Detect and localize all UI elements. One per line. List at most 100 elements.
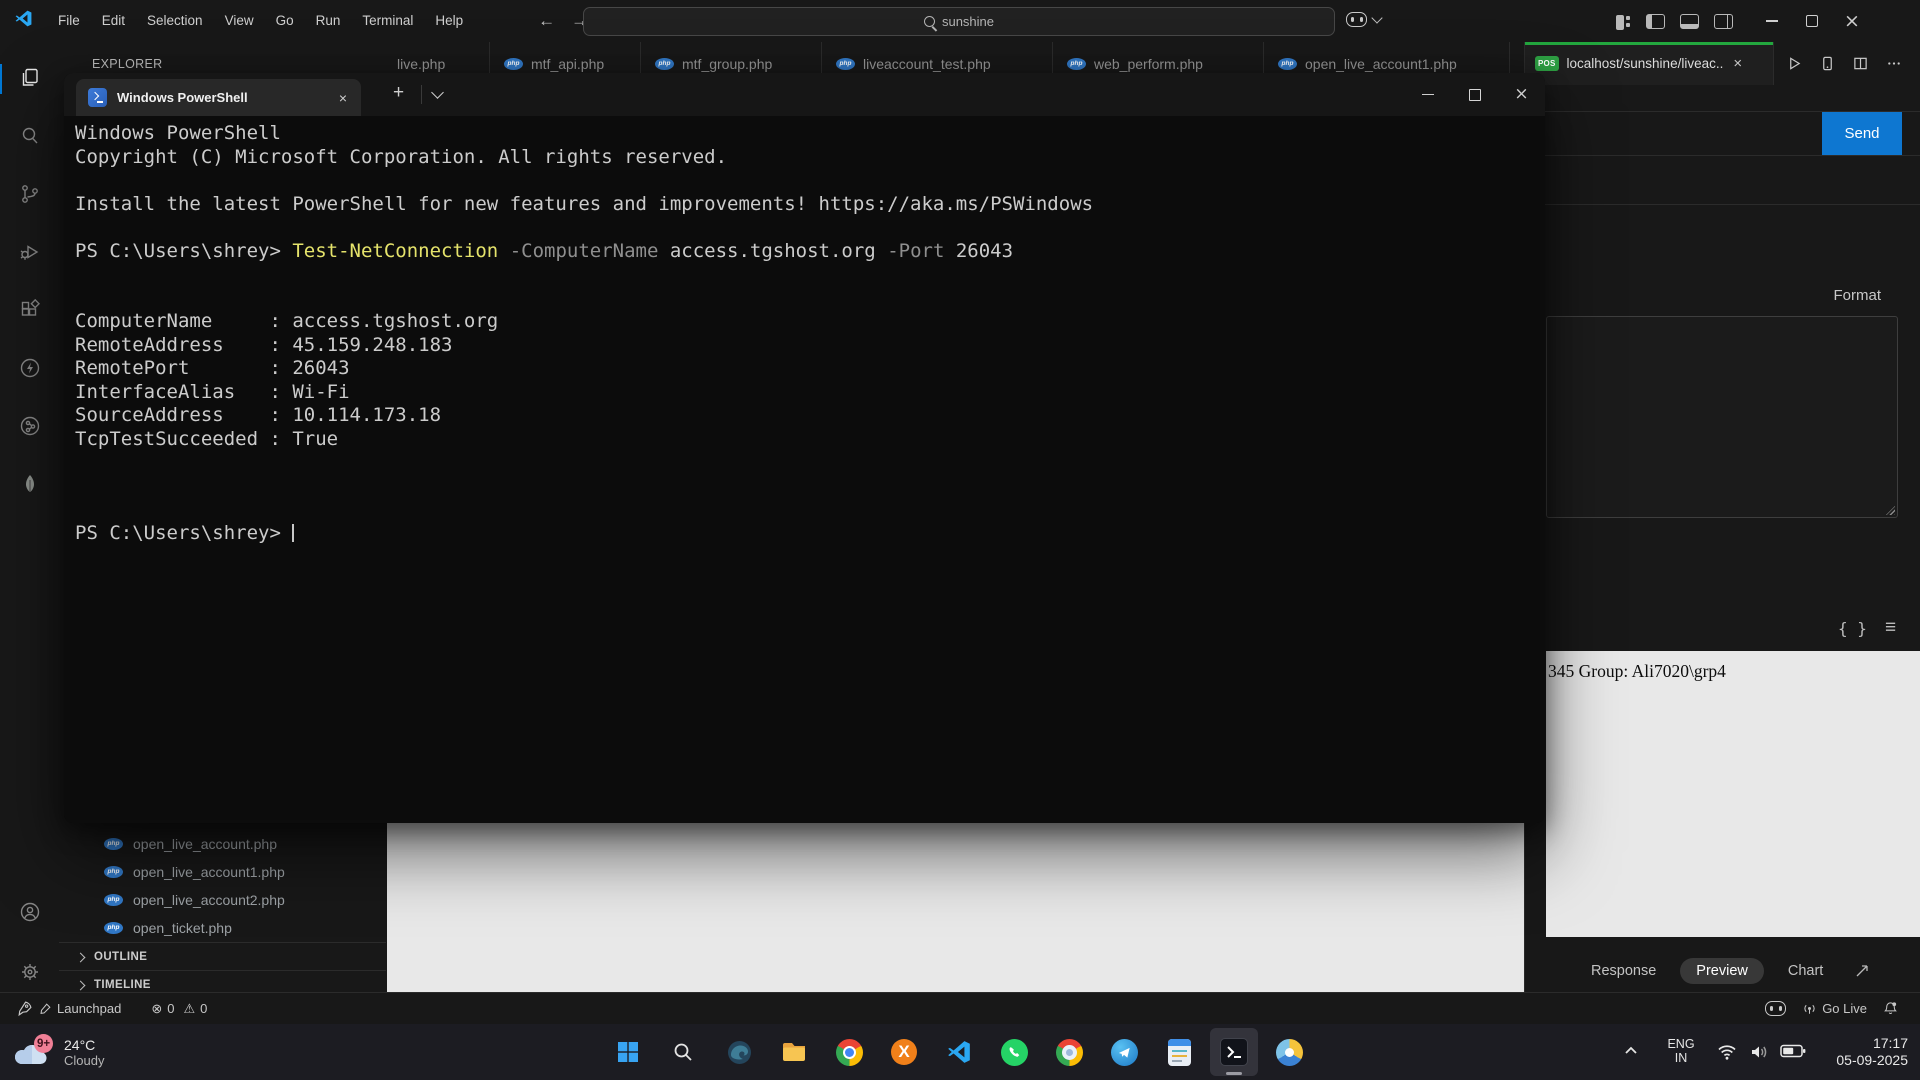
warnings-icon: ⚠ <box>183 1001 195 1017</box>
taskbar-icon-search[interactable] <box>659 1028 707 1076</box>
launchpad-button[interactable]: Launchpad <box>16 1000 121 1017</box>
sidebar-item-extensions[interactable] <box>0 286 59 334</box>
send-button[interactable]: Send <box>1822 112 1902 155</box>
toggle-secondary-sidebar-icon[interactable] <box>1714 14 1733 29</box>
json-format-icon[interactable]: { } <box>1838 619 1867 638</box>
menu-go[interactable]: Go <box>265 8 305 34</box>
status-bar: Launchpad ⊗ 0 ⚠ 0 Go Live <box>0 992 1920 1024</box>
sidebar-item-thunder-client[interactable] <box>0 344 59 392</box>
weather-widget[interactable]: 9+ 24°C Cloudy <box>12 1024 104 1080</box>
taskbar-icon-chrome[interactable] <box>825 1028 873 1076</box>
taskbar-icon-blue-app[interactable] <box>1100 1028 1148 1076</box>
terminal-output-line: ComputerName : access.tgshost.org <box>75 310 1545 334</box>
menu-edit[interactable]: Edit <box>91 8 136 34</box>
taskbar-icon-trading-app[interactable] <box>1265 1028 1313 1076</box>
problems-indicator[interactable]: ⊗ 0 ⚠ 0 <box>151 1001 207 1017</box>
taskbar-icon-xampp[interactable]: X <box>880 1028 928 1076</box>
terminal-cursor <box>292 524 294 542</box>
menu-run[interactable]: Run <box>305 8 352 34</box>
taskbar-icon-edge[interactable] <box>715 1028 763 1076</box>
menu-help[interactable]: Help <box>424 8 474 34</box>
terminal-tab[interactable]: Windows PowerShell × <box>76 79 361 116</box>
settings-gear-icon[interactable] <box>0 948 59 996</box>
window-restore-button[interactable] <box>1792 0 1832 42</box>
run-request-icon[interactable] <box>1787 56 1802 71</box>
taskbar-icon-terminal[interactable] <box>1210 1028 1258 1076</box>
divider <box>1525 155 1920 156</box>
toggle-sidebar-icon[interactable] <box>1646 14 1665 29</box>
terminal-titlebar[interactable]: Windows PowerShell × + × <box>64 73 1545 116</box>
menu-file[interactable]: File <box>47 8 91 34</box>
request-tab[interactable]: POS localhost/sunshine/liveac.. × <box>1525 42 1774 85</box>
chevron-right-icon <box>76 952 86 962</box>
tray-volume-icon[interactable] <box>1748 1041 1770 1068</box>
customize-layout-icon[interactable] <box>1616 15 1631 28</box>
account-icon[interactable] <box>0 888 59 936</box>
taskbar-icon-notepad[interactable] <box>1155 1028 1203 1076</box>
split-editor-icon[interactable] <box>1853 56 1868 71</box>
sidebar-item-share-plugin[interactable] <box>0 402 59 450</box>
broadcast-icon <box>1802 1001 1817 1016</box>
window-minimize-button[interactable] <box>1752 0 1792 42</box>
tray-language-indicator[interactable]: ENG IN <box>1662 1037 1700 1065</box>
php-file-icon: php <box>104 894 123 906</box>
search-input[interactable]: sunshine <box>583 7 1335 36</box>
php-file-icon: php <box>655 58 674 70</box>
taskbar-icon-whatsapp[interactable] <box>990 1028 1038 1076</box>
terminal-body[interactable]: Windows PowerShell Copyright (C) Microso… <box>64 116 1545 823</box>
php-file-icon: php <box>104 866 123 878</box>
go-live-button[interactable]: Go Live <box>1802 1001 1867 1016</box>
sidebar-item-source-control[interactable] <box>0 170 59 218</box>
chevron-down-icon <box>1371 12 1382 23</box>
terminal-close-button[interactable]: × <box>1498 73 1545 116</box>
terminal-minimize-button[interactable] <box>1404 73 1451 116</box>
notifications-bell-icon[interactable] <box>1883 1001 1898 1016</box>
file-item[interactable]: php open_live_account2.php <box>59 886 386 914</box>
nav-back-icon[interactable]: ← <box>530 11 563 31</box>
sidebar-item-explorer[interactable] <box>0 54 59 102</box>
taskbar-icon-file-explorer[interactable] <box>770 1028 818 1076</box>
menu-view[interactable]: View <box>214 8 265 34</box>
menu-terminal[interactable]: Terminal <box>351 8 424 34</box>
terminal-maximize-button[interactable] <box>1451 73 1498 116</box>
device-preview-icon[interactable] <box>1820 56 1835 71</box>
tray-battery-icon[interactable] <box>1780 1043 1806 1064</box>
window-close-button[interactable]: × <box>1832 0 1872 42</box>
tab-dropdown-icon[interactable] <box>431 86 444 99</box>
taskbar-icon-chrome-profile[interactable] <box>1045 1028 1093 1076</box>
powershell-icon <box>88 88 107 107</box>
taskbar-icon-start[interactable] <box>604 1028 652 1076</box>
php-file-icon: php <box>836 58 855 70</box>
align-lines-icon[interactable]: ≡ <box>1885 617 1896 639</box>
terminal-prompt-line[interactable]: PS C:\Users\shrey> <box>75 522 1545 546</box>
tray-chevron-up-icon[interactable] <box>1622 1042 1640 1065</box>
format-button[interactable]: Format <box>1781 287 1881 304</box>
terminal-line: Copyright (C) Microsoft Corporation. All… <box>75 146 1545 170</box>
more-actions-icon[interactable] <box>1886 56 1902 71</box>
sidebar-item-search[interactable] <box>0 112 59 160</box>
close-tab-icon[interactable]: × <box>1733 55 1742 72</box>
file-item[interactable]: php open_live_account1.php <box>59 858 386 886</box>
tab-response[interactable]: Response <box>1591 963 1656 979</box>
tab-chart[interactable]: Chart <box>1788 963 1823 979</box>
menu-selection[interactable]: Selection <box>136 8 214 34</box>
tray-clock[interactable]: 17:17 05-09-2025 <box>1822 1035 1908 1069</box>
taskbar-icon-vscode[interactable] <box>935 1028 983 1076</box>
toggle-panel-icon[interactable] <box>1680 14 1699 29</box>
copilot-status-button[interactable] <box>1765 1001 1786 1016</box>
file-item[interactable]: php open_ticket.php <box>59 914 386 942</box>
new-tab-button[interactable]: + <box>393 83 404 102</box>
expand-icon[interactable] <box>1853 962 1871 980</box>
copilot-button[interactable] <box>1346 12 1381 27</box>
outline-section[interactable]: OUTLINE <box>59 942 386 971</box>
sidebar-item-run-debug[interactable] <box>0 228 59 276</box>
close-terminal-tab-icon[interactable]: × <box>339 90 347 106</box>
file-item[interactable]: php open_live_account.php <box>59 830 386 858</box>
copilot-icon <box>1346 12 1367 27</box>
tab-preview[interactable]: Preview <box>1680 958 1764 984</box>
tray-wifi-icon[interactable] <box>1716 1041 1738 1068</box>
request-body-textarea[interactable] <box>1546 316 1898 518</box>
taskbar: 9+ 24°C Cloudy X <box>0 1024 1920 1080</box>
sidebar-item-mongodb[interactable] <box>0 460 59 508</box>
errors-icon: ⊗ <box>151 1001 162 1017</box>
